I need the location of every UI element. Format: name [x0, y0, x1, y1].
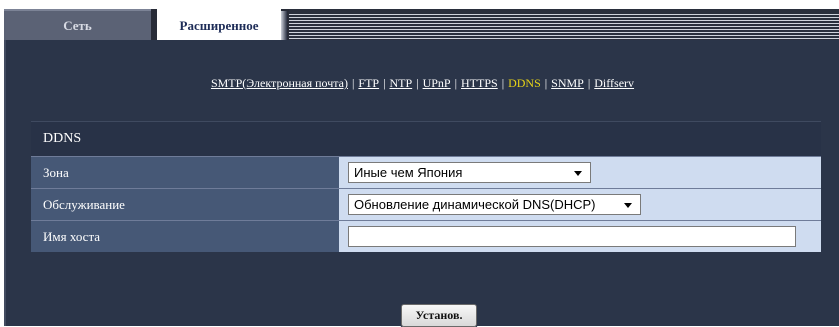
nav-link-upnp[interactable]: UPnP — [423, 76, 451, 90]
zone-label: Зона — [31, 157, 339, 188]
settings-frame: Сеть Расширенное SMTP(Электронная почта)… — [0, 0, 839, 327]
nav-link-smtp[interactable]: SMTP(Электронная почта) — [211, 76, 348, 90]
tab-network[interactable]: Сеть — [4, 9, 151, 40]
nav-link-ftp[interactable]: FTP — [358, 76, 379, 90]
hostname-label: Имя хоста — [31, 221, 339, 252]
service-select-value: Обновление динамической DNS(DHCP) — [354, 197, 596, 212]
service-select[interactable]: Обновление динамической DNS(DHCP) — [348, 194, 641, 215]
service-row: Обслуживание Обновление динамической DNS… — [31, 188, 821, 220]
zone-select-value: Иные чем Япония — [354, 165, 463, 180]
zone-select[interactable]: Иные чем Япония — [348, 162, 591, 183]
hostname-row: Имя хоста — [31, 220, 821, 252]
chevron-down-icon — [624, 203, 632, 208]
ddns-section: DDNS Зона Иные чем Япония Обслуживание О… — [31, 121, 821, 252]
settings-panel: SMTP(Электронная почта) | FTP | NTP | UPnP | HTT… — [4, 40, 839, 327]
tab-advanced[interactable]: Расширенное — [157, 9, 287, 42]
nav-link-ddns[interactable]: DDNS — [508, 76, 541, 90]
nav-link-https[interactable]: HTTPS — [461, 76, 498, 90]
hostname-input[interactable] — [348, 226, 796, 247]
set-button[interactable]: Установ. — [401, 304, 477, 327]
chevron-down-icon — [574, 171, 582, 176]
tab-strip-decoration — [289, 9, 839, 40]
section-title: DDNS — [31, 121, 821, 156]
nav-link-ntp[interactable]: NTP — [390, 76, 413, 90]
zone-row: Зона Иные чем Япония — [31, 156, 821, 188]
sub-nav: SMTP(Электронная почта) | FTP | NTP | UPnP | HTT… — [210, 76, 635, 90]
service-label: Обслуживание — [31, 189, 339, 220]
nav-link-diffserv[interactable]: Diffserv — [594, 76, 634, 90]
nav-link-snmp[interactable]: SNMP — [551, 76, 584, 90]
